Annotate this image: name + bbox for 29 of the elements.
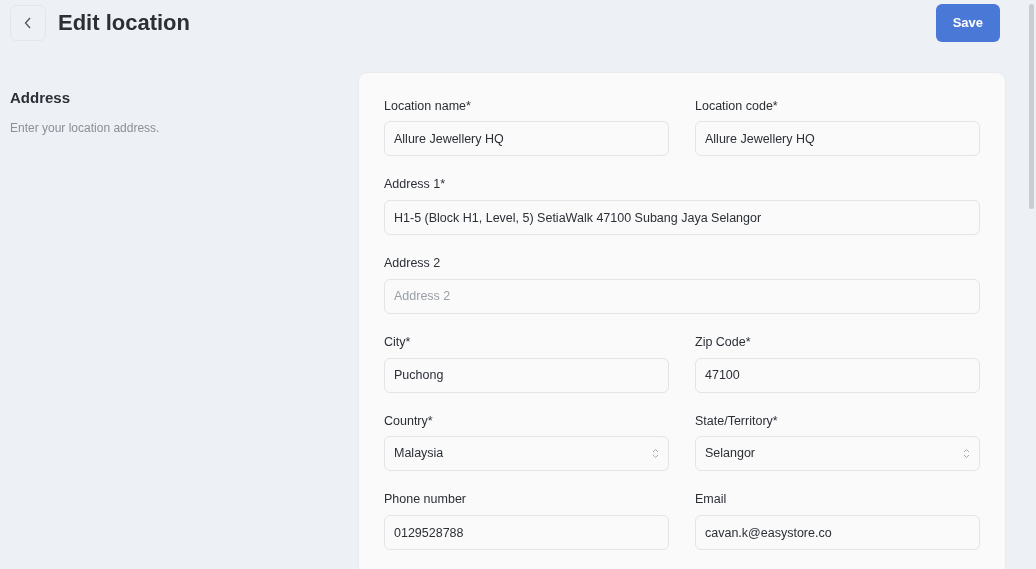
back-icon [24, 16, 32, 29]
section-description: Enter your location address. [10, 120, 161, 137]
field-label: Address 2 [384, 255, 442, 272]
field-label: Email [695, 491, 728, 509]
input-field[interactable]: H1-5 (Block H1, Level, 5) SetiaWalk 47100 Subang Jaya Selangor [384, 200, 980, 235]
back-button[interactable] [10, 4, 46, 41]
field-label: City* [384, 333, 412, 351]
field-label: Phone number [384, 491, 467, 509]
save-button[interactable]: Save [935, 4, 1000, 42]
chevron-icon [652, 448, 659, 460]
field-label: Country* [384, 412, 434, 430]
field-label: State/Territory* [695, 412, 779, 430]
input-field[interactable]: Address 2 [384, 278, 980, 314]
input-field[interactable]: Allure Jewellery HQ [695, 121, 980, 157]
input-field[interactable]: 47100 [695, 357, 980, 393]
input-field[interactable]: cavan.k@easystore.co [695, 515, 980, 550]
page-title: Edit location [58, 9, 190, 36]
field-label: Location code* [695, 97, 779, 115]
input-field[interactable]: Allure Jewellery HQ [384, 121, 669, 157]
field-label: Zip Code* [695, 333, 752, 351]
scrollbar-thumb[interactable] [1029, 4, 1034, 209]
field-label: Address 1* [384, 176, 447, 194]
select-field[interactable]: Selangor [695, 436, 980, 472]
section-title: Address [10, 87, 72, 108]
input-field[interactable]: Puchong [384, 357, 669, 393]
input-field[interactable]: 0129528788 [384, 515, 669, 550]
select-field[interactable]: Malaysia [384, 436, 669, 472]
field-label: Location name* [384, 97, 472, 115]
chevron-icon [963, 448, 970, 460]
